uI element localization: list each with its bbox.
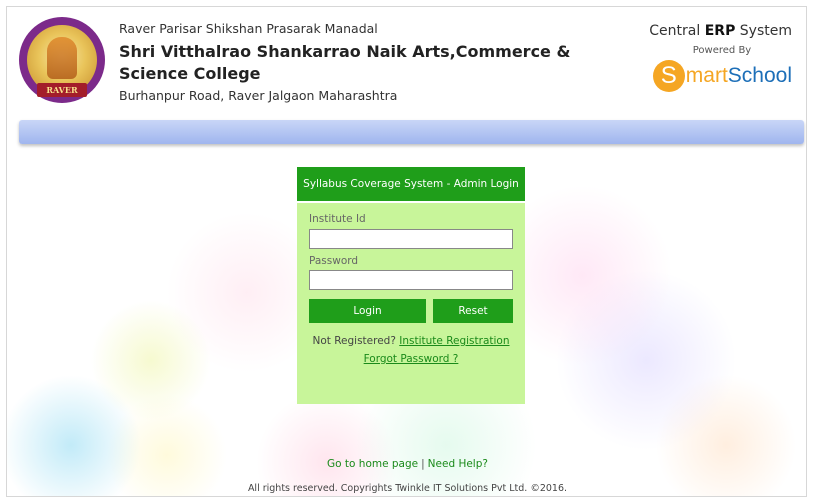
login-title: Syllabus Coverage System - Admin Login [297, 167, 525, 203]
logo-ribbon: RAVER [37, 83, 87, 97]
society-name: Raver Parisar Shikshan Prasarak Manadal [119, 21, 378, 36]
home-page-link[interactable]: Go to home page [327, 458, 418, 470]
erp-title: Central ERP System [622, 23, 792, 39]
password-label: Password [309, 254, 359, 267]
institute-id-label: Institute Id [309, 213, 366, 225]
footer-links: Go to home page | Need Help? [7, 458, 806, 470]
copyright-text: All rights reserved. Copyrights Twinkle … [247, 483, 568, 494]
erp-title-bold: ERP [704, 23, 736, 39]
button-row: Login Reset [309, 299, 513, 323]
forgot-password-link[interactable]: Forgot Password ? [364, 353, 459, 365]
powered-by: Powered By [692, 45, 752, 56]
smartschool-wordmark: martSchool [686, 64, 792, 88]
college-name: Shri Vitthalrao Shankarrao Naik Arts,Com… [119, 42, 571, 83]
footer-separator: | [421, 458, 425, 470]
not-registered-text: Not Registered? [312, 335, 396, 347]
college-logo: RAVER [19, 17, 105, 103]
college-address: Burhanpur Road, Raver Jalgaon Maharashtr… [119, 88, 398, 103]
brand-school: School [727, 64, 792, 87]
erp-title-prefix: Central [649, 23, 701, 39]
goddess-figure-icon [47, 37, 77, 79]
reset-button[interactable]: Reset [433, 299, 513, 323]
institute-id-input[interactable] [309, 228, 513, 249]
login-links: Not Registered? Institute Registration F… [309, 335, 513, 365]
institute-registration-link[interactable]: Institute Registration [399, 335, 509, 347]
brand-mart: mart [685, 64, 728, 87]
erp-branding: Central ERP System Powered By S martScho… [622, 23, 792, 92]
erp-title-suffix: System [739, 23, 792, 39]
page-frame: RAVER Raver Parisar Shikshan Prasarak Ma… [6, 6, 807, 497]
login-panel: Syllabus Coverage System - Admin Login I… [297, 167, 525, 404]
nav-bar [19, 120, 804, 144]
password-input[interactable] [309, 270, 513, 290]
header-text: Raver Parisar Shikshan Prasarak Manadal … [119, 21, 639, 103]
smartschool-logo: S martSchool [622, 60, 792, 92]
login-button[interactable]: Login [309, 299, 426, 323]
smartschool-s-icon: S [652, 60, 685, 92]
need-help-link[interactable]: Need Help? [428, 458, 488, 470]
login-form: Institute Id Password Login Reset Not Re… [297, 203, 525, 365]
